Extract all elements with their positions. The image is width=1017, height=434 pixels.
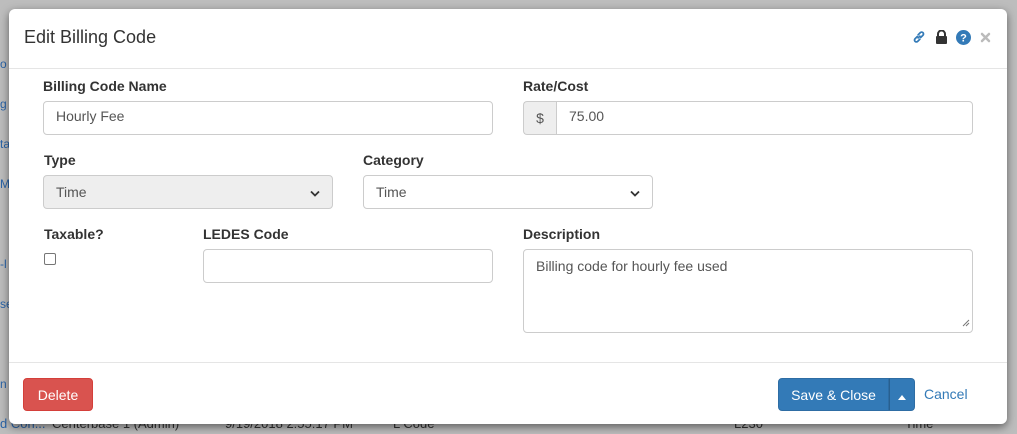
ledes-code-input[interactable] [203,249,493,283]
svg-text:?: ? [960,32,967,44]
type-select[interactable]: Time [43,175,333,209]
category-select[interactable]: Time [363,175,653,209]
category-label: Category [363,152,424,168]
caret-up-icon [898,387,906,403]
background-link: -l [0,257,7,271]
currency-addon: $ [523,101,556,135]
background-link: o [0,57,7,71]
billing-code-name-label: Billing Code Name [43,78,167,94]
ledes-code-label: LEDES Code [203,226,289,242]
billing-code-name-input[interactable]: Hourly Fee [43,101,493,135]
resize-grip-icon[interactable] [962,314,970,330]
modal-header: Edit Billing Code ? [9,9,1007,69]
taxable-label: Taxable? [44,226,104,242]
edit-billing-code-modal: Edit Billing Code ? Billing Code Name Ho… [9,9,1007,424]
chevron-down-icon [310,184,320,200]
background-link: n [0,377,7,391]
save-options-dropdown-button[interactable] [889,378,915,411]
type-label: Type [44,152,76,168]
rate-cost-input-group: $ 75.00 [523,101,973,135]
modal-title: Edit Billing Code [24,27,157,47]
save-button-group: Save & Close [778,378,915,411]
background-link: g [0,97,7,111]
category-selected-value: Time [376,184,407,200]
save-close-button[interactable]: Save & Close [778,378,889,411]
help-icon[interactable]: ? [955,29,971,45]
delete-button[interactable]: Delete [23,378,93,411]
chevron-down-icon [630,184,640,200]
close-icon[interactable] [977,29,993,45]
description-label: Description [523,226,601,242]
type-selected-value: Time [56,184,87,200]
modal-footer: Delete Save & Close Cancel [9,362,1007,425]
description-textarea[interactable]: Billing code for hourly fee used [523,249,973,333]
taxable-checkbox[interactable] [44,253,56,265]
header-icons: ? [911,29,993,45]
rate-cost-input[interactable]: 75.00 [556,101,973,135]
rate-cost-label: Rate/Cost [523,78,589,94]
lock-icon[interactable] [933,29,949,45]
link-icon[interactable] [911,29,927,45]
description-text: Billing code for hourly fee used [536,258,728,274]
cancel-button[interactable]: Cancel [924,386,968,402]
